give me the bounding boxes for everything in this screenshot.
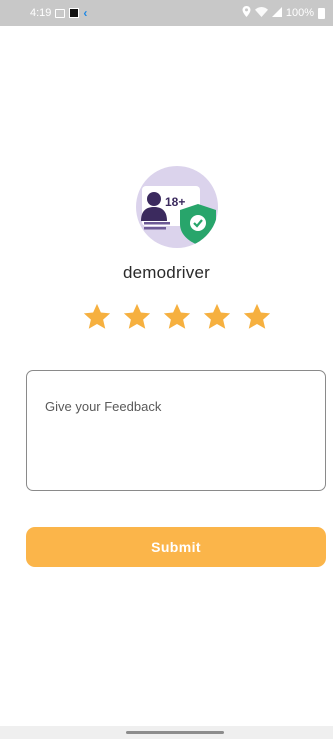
feedback-input[interactable] — [27, 371, 325, 490]
notification-icon — [69, 8, 80, 18]
star-icon[interactable] — [122, 302, 152, 332]
battery-icon — [318, 7, 325, 19]
location-icon — [242, 6, 251, 20]
status-bar-right: 100% — [242, 6, 325, 20]
submit-button[interactable]: Submit — [26, 527, 326, 567]
flutter-icon: ‹ — [83, 5, 88, 20]
battery-percent: 100% — [285, 7, 314, 19]
star-icon[interactable] — [242, 302, 272, 332]
wifi-icon — [254, 6, 268, 20]
home-gesture-handle[interactable] — [126, 731, 224, 734]
age-badge-text: 18+ — [165, 195, 185, 209]
signal-icon — [271, 6, 282, 20]
image-icon — [55, 8, 66, 18]
star-rating[interactable] — [82, 302, 272, 332]
status-bar: 4:19 ‹ 100% — [0, 0, 333, 26]
feedback-container — [26, 370, 326, 491]
navigation-bar — [0, 726, 333, 739]
driver-name: demodriver — [122, 263, 211, 282]
status-bar-left: 4:19 ‹ — [30, 5, 92, 20]
avatar: 18+ — [136, 166, 218, 248]
status-time: 4:19 — [30, 7, 52, 19]
star-icon[interactable] — [202, 302, 232, 332]
verified-adult-id-icon: 18+ — [141, 186, 216, 245]
star-icon[interactable] — [82, 302, 112, 332]
star-icon[interactable] — [162, 302, 192, 332]
